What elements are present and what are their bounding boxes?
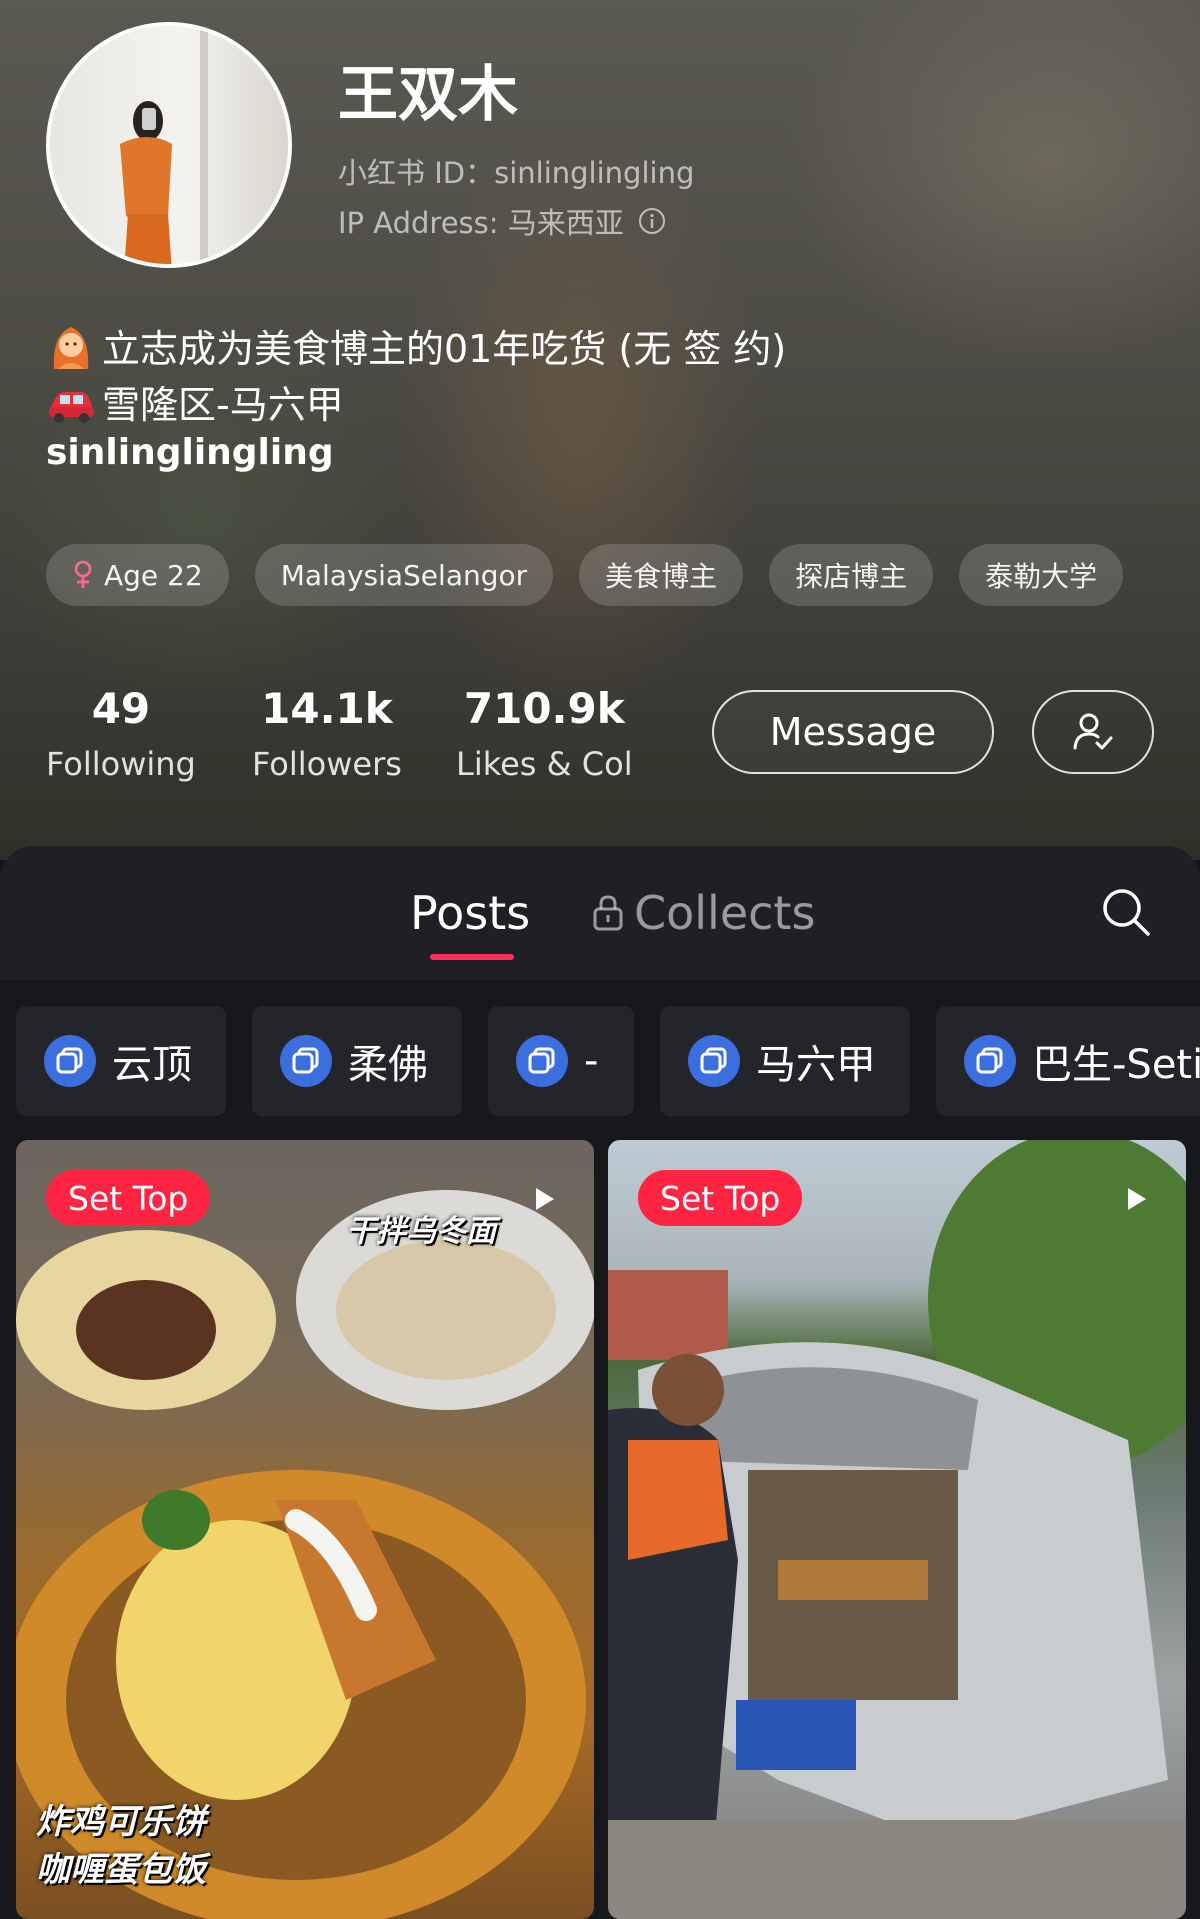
post-card[interactable]: Set Top: [608, 1140, 1186, 1919]
album-icon: [964, 1035, 1016, 1087]
message-button[interactable]: Message: [712, 690, 994, 774]
stat-following[interactable]: 49 Following: [46, 684, 196, 783]
profile-header: 王双木 小红书 ID：sinlinglingling IP Address: 马…: [0, 0, 1200, 860]
tag-food-blogger: 美食博主: [579, 544, 744, 606]
album-icon: [688, 1035, 740, 1087]
album-item[interactable]: -: [488, 1006, 634, 1116]
user-id: 小红书 ID：sinlinglingling: [338, 156, 695, 190]
set-top-badge: Set Top: [46, 1170, 211, 1226]
album-label: 马六甲: [756, 1042, 876, 1088]
album-icon: [44, 1035, 96, 1087]
content-panel: Posts Collects 云顶 柔佛 - 马六甲 巴生-Seti Set T…: [0, 846, 1200, 1919]
followers-label: Followers: [252, 745, 402, 783]
follow-user-icon: [1073, 713, 1113, 750]
handle: sinlinglingling: [46, 432, 334, 473]
car-emoji-icon: [49, 391, 94, 423]
tag-shop-visit-blogger: 探店博主: [769, 544, 934, 606]
album-item[interactable]: 巴生-Seti: [936, 1006, 1200, 1116]
album-icon: [280, 1035, 332, 1087]
bio-line-2-text: 雪隆区-马六甲: [102, 383, 344, 427]
female-icon: [74, 560, 92, 588]
follow-user-button[interactable]: [1032, 690, 1154, 774]
album-label: 巴生-Seti: [1032, 1042, 1200, 1088]
info-icon[interactable]: [638, 207, 666, 235]
post-caption-bottom-1: 炸鸡可乐饼: [36, 1802, 206, 1842]
woman-emoji-icon: [53, 326, 89, 369]
lock-icon: [593, 895, 623, 931]
tab-collects-label: Collects: [634, 886, 816, 940]
avatar[interactable]: [46, 22, 292, 268]
album-label: 柔佛: [348, 1042, 428, 1088]
tab-collects[interactable]: Collects: [590, 886, 815, 940]
post-card[interactable]: Set Top 干拌乌冬面 炸鸡可乐饼 咖喱蛋包饭: [16, 1140, 594, 1919]
tag-age-label: Age 22: [104, 558, 203, 592]
active-tab-indicator: [430, 954, 514, 960]
play-icon: [1128, 1188, 1146, 1210]
ip-address-text: IP Address: 马来西亚: [338, 206, 624, 240]
followers-count: 14.1k: [261, 684, 393, 733]
post-caption-bottom-2: 咖喱蛋包饭: [36, 1850, 206, 1890]
nickname: 王双木: [338, 60, 518, 130]
likes-label: Likes & Col: [456, 745, 633, 783]
bio-line-1: 立志成为美食博主的01年吃货 (无 签 约): [46, 318, 786, 373]
tag-university: 泰勒大学: [959, 544, 1124, 606]
post-thumbnail: [608, 1140, 1186, 1919]
bio-line-2: 雪隆区-马六甲: [46, 374, 344, 429]
following-label: Following: [46, 745, 196, 783]
bio-line-1-text: 立志成为美食博主的01年吃货 (无 签 约): [102, 327, 787, 371]
album-item[interactable]: 柔佛: [252, 1006, 462, 1116]
set-top-badge: Set Top: [638, 1170, 803, 1226]
tag-age: Age 22: [46, 544, 229, 606]
album-label: -: [584, 1038, 599, 1084]
album-icon: [516, 1035, 568, 1087]
following-count: 49: [91, 684, 151, 733]
album-item[interactable]: 云顶: [16, 1006, 226, 1116]
album-item[interactable]: 马六甲: [660, 1006, 910, 1116]
tab-bar: Posts Collects: [0, 846, 1200, 980]
search-icon[interactable]: [1100, 886, 1152, 938]
album-row: 云顶 柔佛 - 马六甲 巴生-Seti: [0, 1006, 1200, 1116]
post-caption-top: 干拌乌冬面: [346, 1214, 496, 1249]
album-label: 云顶: [112, 1042, 192, 1088]
stat-followers[interactable]: 14.1k Followers: [252, 684, 402, 783]
ip-address: IP Address: 马来西亚: [338, 200, 666, 242]
tag-list: Age 22 MalaysiaSelangor 美食博主 探店博主 泰勒大学: [46, 544, 1124, 606]
tab-posts[interactable]: Posts: [410, 886, 530, 940]
tag-location: MalaysiaSelangor: [254, 544, 554, 606]
stat-likes-collects[interactable]: 710.9k Likes & Col: [456, 684, 633, 783]
likes-count: 710.9k: [463, 684, 625, 733]
play-icon: [536, 1188, 554, 1210]
